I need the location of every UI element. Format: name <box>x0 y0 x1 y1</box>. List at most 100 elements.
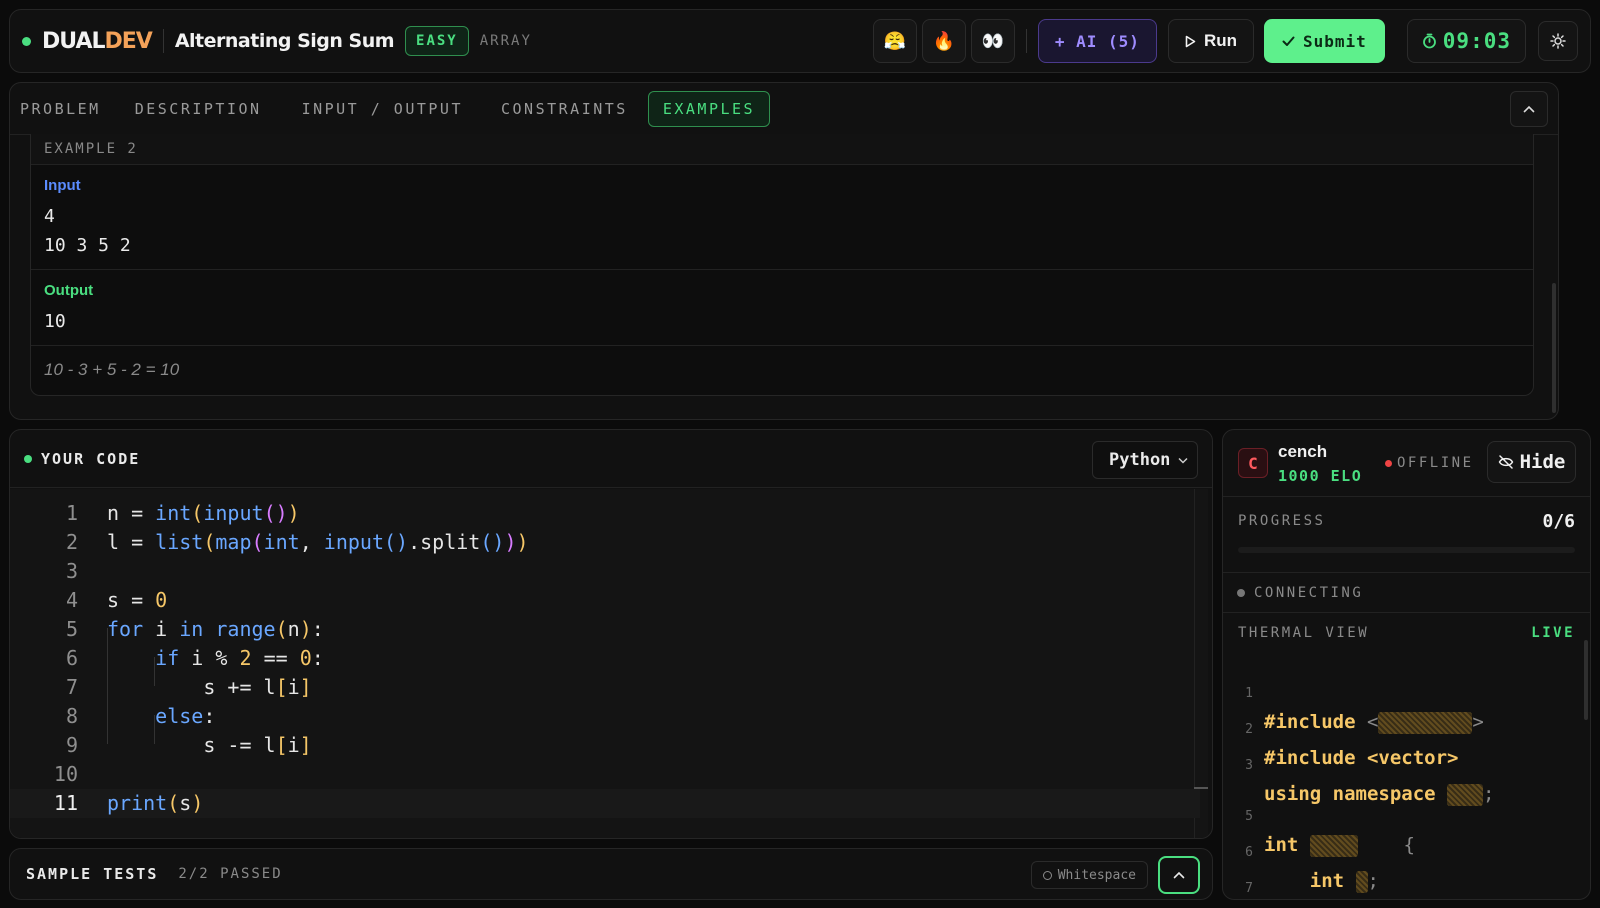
thermal-line: 1 #include < > <box>1245 686 1484 734</box>
example-explanation: 10 - 3 + 5 - 2 = 10 <box>44 360 180 379</box>
example-heading: EXAMPLE 2 <box>31 134 1533 165</box>
ai-assist-button[interactable]: + AI (5) <box>1037 19 1157 63</box>
timer-value: 09:03 <box>1442 29 1511 53</box>
thermal-line: 6 int ; <box>1245 845 1379 893</box>
divider <box>162 29 164 53</box>
difficulty-badge: EASY <box>405 26 469 56</box>
match-timer: 09:03 <box>1406 19 1526 63</box>
opponent-avatar: C <box>1238 448 1268 478</box>
top-bar: DUALDEV Alternating Sign Sum EASY ARRAY … <box>9 9 1591 73</box>
code-line[interactable]: 9 s -= l[i] <box>10 731 1200 760</box>
line-number: 4 <box>65 588 78 612</box>
thermal-line: 2 #include <vector> <box>1245 722 1459 769</box>
line-number: 8 <box>65 704 78 728</box>
chevron-down-icon <box>1178 457 1188 464</box>
opponent-progress: PROGRESS 0/6 <box>1223 497 1590 573</box>
thermal-line: 7 cin ; <box>1223 847 1292 896</box>
line-code: s += l[i] <box>107 675 312 699</box>
code-title: YOUR CODE <box>41 449 141 468</box>
opponent-status: OFFLINE <box>1385 455 1474 471</box>
tab-input-output[interactable]: INPUT / OUTPUT <box>288 92 477 126</box>
theme-toggle-button[interactable] <box>1538 21 1578 61</box>
code-line[interactable]: 1 n = int(input()) <box>10 499 1200 528</box>
obscured-text <box>1447 783 1484 806</box>
problem-scrollbar[interactable] <box>1552 283 1556 413</box>
line-number: 9 <box>65 733 78 757</box>
line-code: else: <box>155 704 216 728</box>
opponent-header: C cench 1000 ELO OFFLINE Hide <box>1223 430 1590 497</box>
run-button[interactable]: Run <box>1167 19 1254 63</box>
code-line[interactable]: 7 s += l[i] <box>10 673 1200 702</box>
language-value: Python <box>1109 450 1171 470</box>
line-code: l = list(map(int, input().split())) <box>107 530 529 554</box>
brand-logo[interactable]: DUALDEV <box>42 29 153 54</box>
connecting-dot <box>1237 588 1245 597</box>
fire-emoji-icon: 🔥 <box>932 30 956 51</box>
sun-icon <box>1550 33 1566 49</box>
code-line[interactable]: 11 print(s) <box>10 789 1200 818</box>
code-line[interactable]: 4 s = 0 <box>10 586 1200 615</box>
play-icon <box>1185 35 1196 47</box>
progress-bar <box>1238 547 1575 553</box>
code-line[interactable]: 10 <box>10 760 1200 789</box>
obscured-text <box>1355 870 1368 893</box>
line-code: print(s) <box>107 791 204 815</box>
code-panel: YOUR CODE Python 1 n = int(input()) 2 l = l… <box>9 429 1213 839</box>
code-line[interactable]: 2 l = list(map(int, input().split())) <box>10 528 1200 557</box>
thermal-view-header: THERMAL VIEW LIVE <box>1223 613 1590 653</box>
radio-icon <box>1042 870 1052 880</box>
thermal-line: 5 int { <box>1245 809 1415 857</box>
progress-value: 0/6 <box>1542 511 1575 532</box>
topic-tag: ARRAY <box>479 33 532 49</box>
whitespace-toggle[interactable]: Whitespace <box>1030 861 1148 889</box>
hide-opponent-button[interactable]: Hide <box>1487 441 1576 483</box>
live-badge: LIVE <box>1531 625 1575 641</box>
line-number: 10 <box>53 762 78 786</box>
line-number: 7 <box>65 675 78 699</box>
status-label: OFFLINE <box>1397 455 1474 471</box>
problem-title: Alternating Sign Sum <box>174 30 395 52</box>
submit-label: Submit <box>1302 31 1367 51</box>
line-number: 3 <box>65 559 78 583</box>
chevron-up-icon <box>1173 871 1185 879</box>
tab-problem[interactable]: PROBLEM <box>20 92 115 126</box>
connection-label: CONNECTING <box>1254 584 1364 601</box>
tab-constraints[interactable]: CONSTRAINTS <box>487 92 642 126</box>
reaction-fire-button[interactable]: 🔥 <box>921 19 966 63</box>
hide-label: Hide <box>1519 451 1566 473</box>
line-number: 2 <box>65 530 78 554</box>
expand-tests-button[interactable] <box>1158 856 1200 894</box>
code-line[interactable]: 8 else: <box>10 702 1200 731</box>
example-input: Input 4 10 3 5 2 <box>31 165 1533 270</box>
code-editor[interactable]: 1 n = int(input()) 2 l = list(map(int, inpu… <box>10 489 1208 838</box>
code-header: YOUR CODE <box>10 430 1212 488</box>
language-select[interactable]: Python <box>1092 441 1198 479</box>
sample-tests-title: SAMPLE TESTS <box>26 865 159 883</box>
check-icon <box>1282 36 1295 46</box>
opponent-scrollbar[interactable] <box>1584 640 1588 720</box>
eye-off-icon <box>1498 455 1513 469</box>
whitespace-label: Whitespace <box>1057 867 1136 883</box>
code-line[interactable]: 5 for i in range(n): <box>10 615 1200 644</box>
offline-dot <box>1385 459 1392 467</box>
opponent-elo: 1000 ELO <box>1278 466 1363 485</box>
code-line[interactable]: 6 if i % 2 == 0: <box>10 644 1200 673</box>
problem-tabs: PROBLEM DESCRIPTION INPUT / OUTPUT CONST… <box>10 83 1558 135</box>
collapse-problem-button[interactable] <box>1510 91 1548 127</box>
line-code: if i % 2 == 0: <box>155 646 324 670</box>
line-code: for i in range(n): <box>107 617 324 641</box>
opponent-panel: C cench 1000 ELO OFFLINE Hide PROGRESS 0… <box>1222 429 1591 900</box>
reaction-eyes-button[interactable]: 👀 <box>970 19 1015 63</box>
line-code: n = int(input()) <box>107 501 300 525</box>
thermal-line: 3 using namespace ; <box>1245 758 1495 806</box>
tab-examples[interactable]: EXAMPLES <box>647 90 771 127</box>
reaction-grimace-button[interactable]: 😤 <box>872 19 917 63</box>
code-line[interactable]: 3 <box>10 557 1200 586</box>
status-dot <box>24 454 32 463</box>
tab-description[interactable]: DESCRIPTION <box>121 92 276 126</box>
obscured-text <box>1309 834 1358 857</box>
progress-label: PROGRESS <box>1238 513 1326 529</box>
live-status-dot <box>22 36 31 46</box>
problem-panel: PROBLEM DESCRIPTION INPUT / OUTPUT CONST… <box>9 82 1559 420</box>
submit-button[interactable]: Submit <box>1263 19 1385 63</box>
